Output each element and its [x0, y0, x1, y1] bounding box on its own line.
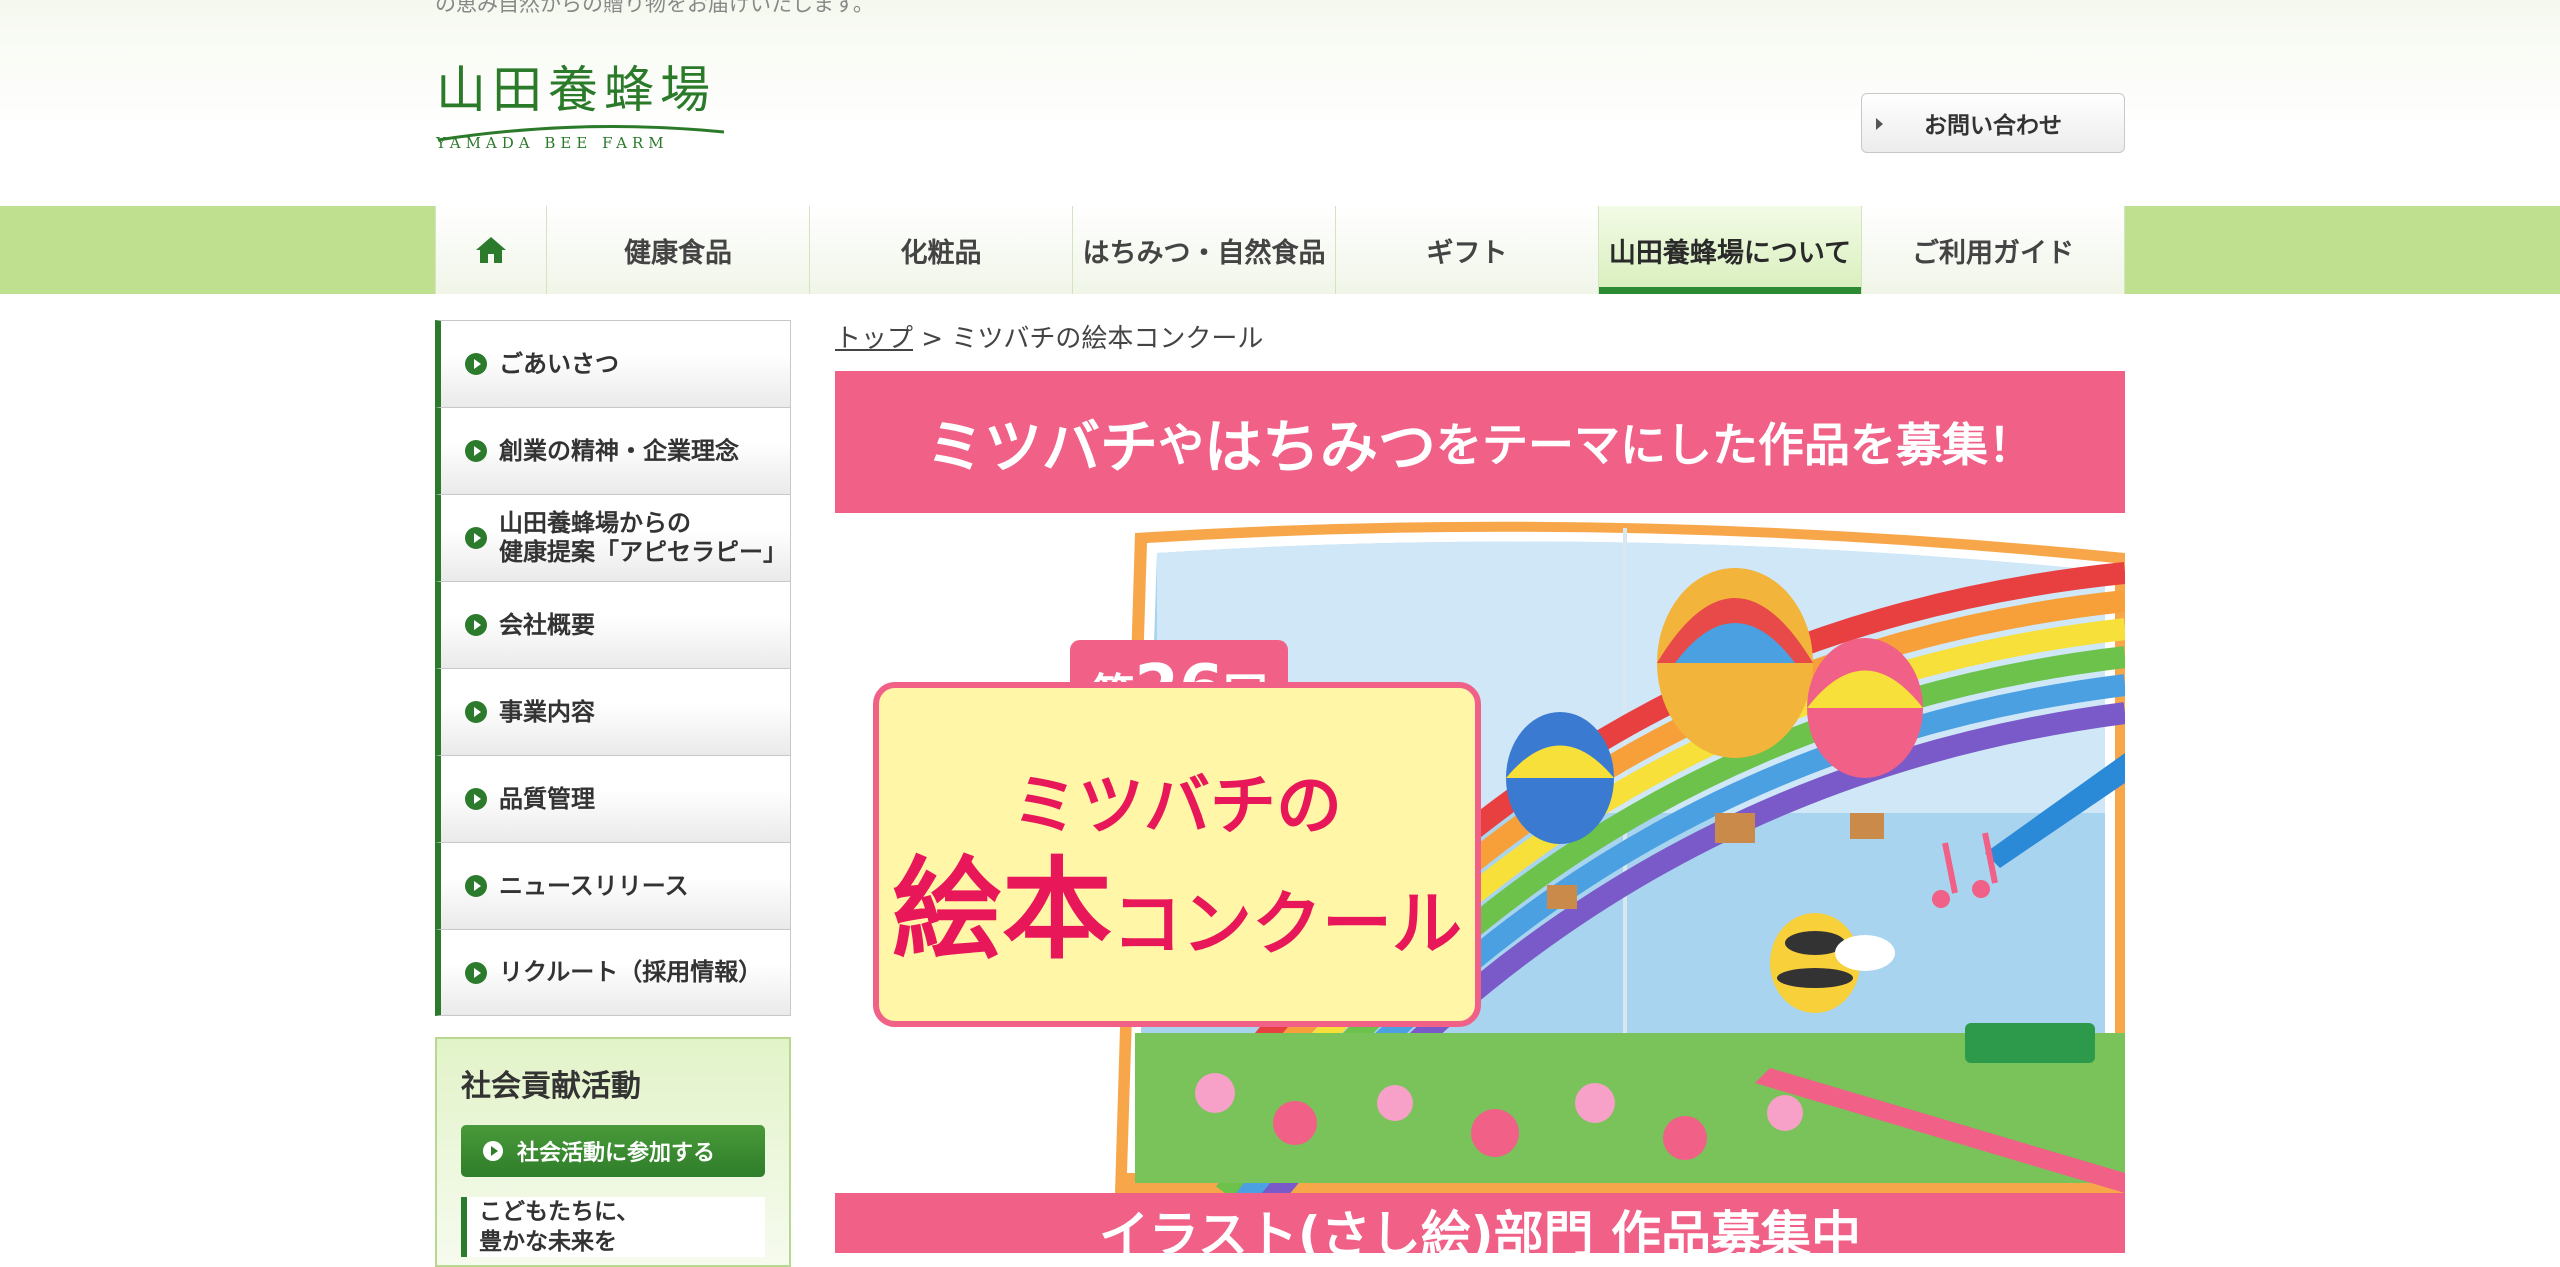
sidebar-item-apitherapy[interactable]: 山田養蜂場からの 健康提案「アピセラピー」	[435, 494, 791, 581]
csr-title: 社会貢献活動	[461, 1069, 641, 1104]
header-bar	[0, 0, 2560, 206]
hero-illustration[interactable]: 第 26 回 ミツバチの 絵本コンクール	[835, 513, 2125, 1193]
arrow-right-icon	[1876, 118, 1883, 130]
nav-about[interactable]: 山田養蜂場について	[1599, 206, 1862, 294]
headline-part: をテーマにした作品を募集！	[1436, 418, 2035, 472]
logo-swoosh-icon	[437, 125, 725, 142]
sidebar-item-label: 会社概要	[499, 610, 595, 639]
arrow-circle-icon	[465, 701, 487, 723]
sidebar-item-label: 創業の精神・企業理念	[499, 436, 739, 465]
sidebar-item-quality[interactable]: 品質管理	[435, 755, 791, 842]
nav-guide[interactable]: ご利用ガイド	[1862, 206, 2125, 294]
arrow-circle-icon	[465, 614, 487, 636]
sidebar-item-label: ニュースリリース	[499, 871, 689, 900]
arrow-circle-icon	[465, 961, 487, 984]
sidebar-item-label: 品質管理	[499, 784, 595, 813]
contact-button[interactable]: お問い合わせ	[1861, 93, 2125, 153]
contest-title-line1: ミツバチの	[1012, 767, 1342, 844]
illustration-category-banner[interactable]: イラスト(さし絵)部門 作品募集中	[835, 1193, 2125, 1253]
breadcrumb-current: ミツバチの絵本コンクール	[951, 324, 1264, 354]
sidebar-item-recruit[interactable]: リクルート（採用情報）	[435, 929, 791, 1016]
arrow-circle-icon	[465, 353, 487, 375]
nav-honey-natural-food[interactable]: はちみつ・自然食品	[1073, 206, 1336, 294]
csr-box: 社会貢献活動 社会活動に参加する こどもたちに、 豊かな未来を	[435, 1037, 791, 1267]
sidebar-item-label: 山田養蜂場からの 健康提案「アピセラピー」	[499, 509, 787, 566]
sidebar-item-business[interactable]: 事業内容	[435, 668, 791, 755]
headline-part: や	[1158, 418, 1204, 472]
global-nav: 健康食品 化粧品 はちみつ・自然食品 ギフト 山田養蜂場について ご利用ガイド	[435, 206, 2125, 294]
nav-cosmetics[interactable]: 化粧品	[810, 206, 1073, 294]
sidebar-item-news[interactable]: ニュースリリース	[435, 842, 791, 929]
header-tagline: の恵み自然からの贈り物をお届けいたします。	[435, 0, 874, 16]
nav-home[interactable]	[435, 206, 547, 294]
arrow-circle-icon	[465, 875, 487, 897]
contest-title-big: 絵本	[892, 846, 1112, 974]
breadcrumb: トップ > ミツバチの絵本コンクール	[835, 318, 1263, 355]
home-icon	[476, 237, 506, 263]
csr-sub-link[interactable]: こどもたちに、 豊かな未来を	[461, 1197, 765, 1257]
nav-gift[interactable]: ギフト	[1336, 206, 1599, 294]
hero-headline-banner: ミツバチ や はちみつ をテーマにした作品を募集！	[835, 371, 2125, 513]
csr-join-label: 社会活動に参加する	[517, 1141, 716, 1166]
arrow-circle-icon	[483, 1141, 503, 1161]
contest-title-small: コンクール	[1112, 883, 1462, 965]
sidebar-item-label: 事業内容	[499, 697, 595, 726]
contest-title-line2: 絵本コンクール	[879, 850, 1475, 984]
csr-join-button[interactable]: 社会活動に参加する	[461, 1125, 765, 1177]
contact-label: お問い合わせ	[1924, 113, 2062, 139]
sidebar-menu: ごあいさつ 創業の精神・企業理念 山田養蜂場からの 健康提案「アピセラピー」 会…	[435, 320, 791, 1016]
sidebar-item-company[interactable]: 会社概要	[435, 581, 791, 668]
contest-title-card: ミツバチの 絵本コンクール	[873, 682, 1481, 1027]
headline-part: ミツバチ	[925, 413, 1158, 481]
arrow-circle-icon	[465, 440, 487, 462]
breadcrumb-separator: >	[921, 324, 944, 354]
sidebar-item-label: ごあいさつ	[499, 349, 619, 378]
nav-health-food[interactable]: 健康食品	[547, 206, 810, 294]
sidebar-item-greeting[interactable]: ごあいさつ	[435, 320, 791, 407]
headline-part: はちみつ	[1204, 413, 1437, 481]
breadcrumb-home-link[interactable]: トップ	[835, 324, 913, 354]
logo-japanese: 山田養蜂場	[436, 61, 716, 119]
arrow-circle-icon	[465, 788, 487, 810]
sidebar-item-label: リクルート（採用情報）	[499, 958, 763, 986]
site-logo[interactable]: 山田養蜂場 YAMADA BEE FARM	[436, 60, 726, 164]
sidebar-item-philosophy[interactable]: 創業の精神・企業理念	[435, 407, 791, 494]
arrow-circle-icon	[465, 527, 487, 549]
